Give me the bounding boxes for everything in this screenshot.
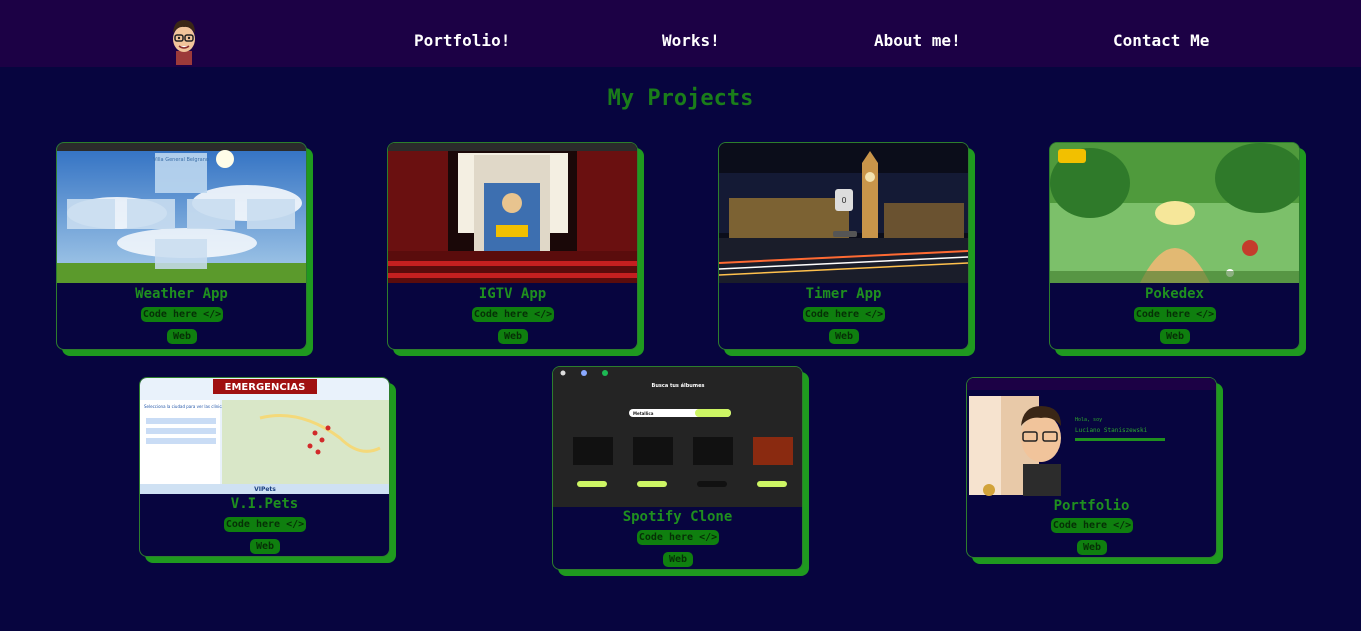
code-here-button[interactable]: Code here </> [472,307,554,322]
web-button[interactable]: Web [1160,329,1190,344]
portfolio-greeting: Hola, soy [1075,417,1102,423]
spotify-search-value: Metallica [633,411,654,416]
project-card-spotify-clone: Busca tus álbumes Metallica Spotify Clon… [552,366,803,570]
project-card-portfolio: Hola, soy Luciano Staniszewski Portfolio… [966,377,1217,558]
web-button[interactable]: Web [498,329,528,344]
project-card-igtv-app: IGTV App Code here </> Web [387,142,638,350]
avatar-logo[interactable] [166,17,202,65]
project-card-vipets: EMERGENCIAS Selecciona la ciudad para ve… [139,377,390,557]
project-title: V.I.Pets [230,496,299,512]
project-screenshot-portfolio[interactable]: Hola, soy Luciano Staniszewski [967,378,1216,496]
project-title: Portfolio [1053,498,1130,514]
code-here-button[interactable]: Code here </> [141,307,223,322]
web-button[interactable]: Web [1077,540,1107,555]
project-screenshot-spotify[interactable]: Busca tus álbumes Metallica [553,367,802,507]
navbar: Portfolio! Works! About me! Contact Me [0,0,1361,67]
nav-link-about[interactable]: About me! [874,31,961,50]
portfolio-name: Luciano Staniszewski [1075,427,1148,434]
weather-city-label: Villa General Belgrano [153,157,209,163]
project-card-timer-app: 0 Timer App Code here </> Web [718,142,969,350]
code-here-button[interactable]: Code here </> [224,517,306,532]
nav-link-contact[interactable]: Contact Me [1113,31,1209,50]
emergency-banner: EMERGENCIAS [225,382,306,393]
code-here-button[interactable]: Code here </> [637,530,719,545]
page-title: My Projects [607,86,754,111]
project-screenshot-weather[interactable]: Villa General Belgrano [57,143,306,283]
nav-link-works[interactable]: Works! [662,31,720,50]
project-title: Spotify Clone [622,509,733,525]
code-here-button[interactable]: Code here </> [803,307,885,322]
vipets-logo: VIPets [254,486,276,493]
web-button[interactable]: Web [167,329,197,344]
project-screenshot-igtv[interactable] [388,143,637,283]
code-here-button[interactable]: Code here </> [1134,307,1216,322]
timer-value: 0 [841,196,846,205]
web-button[interactable]: Web [250,539,280,554]
web-button[interactable]: Web [829,329,859,344]
emergency-subtitle: Selecciona la ciudad para ver las clínic… [144,404,235,409]
project-card-pokedex: Pokedex Code here </> Web [1049,142,1300,350]
project-title: IGTV App [478,286,547,302]
project-title: Timer App [805,286,882,302]
project-card-weather-app: Villa General Belgrano Weather App Code … [56,142,307,350]
nav-link-portfolio[interactable]: Portfolio! [414,31,510,50]
project-screenshot-pokedex[interactable] [1050,143,1299,283]
project-title: Pokedex [1144,286,1204,302]
spotify-heading: Busca tus álbumes [652,382,705,389]
web-button[interactable]: Web [663,552,693,567]
project-screenshot-vipets[interactable]: EMERGENCIAS Selecciona la ciudad para ve… [140,378,389,494]
project-screenshot-timer[interactable]: 0 [719,143,968,283]
project-title: Weather App [135,286,228,302]
code-here-button[interactable]: Code here </> [1051,518,1133,533]
